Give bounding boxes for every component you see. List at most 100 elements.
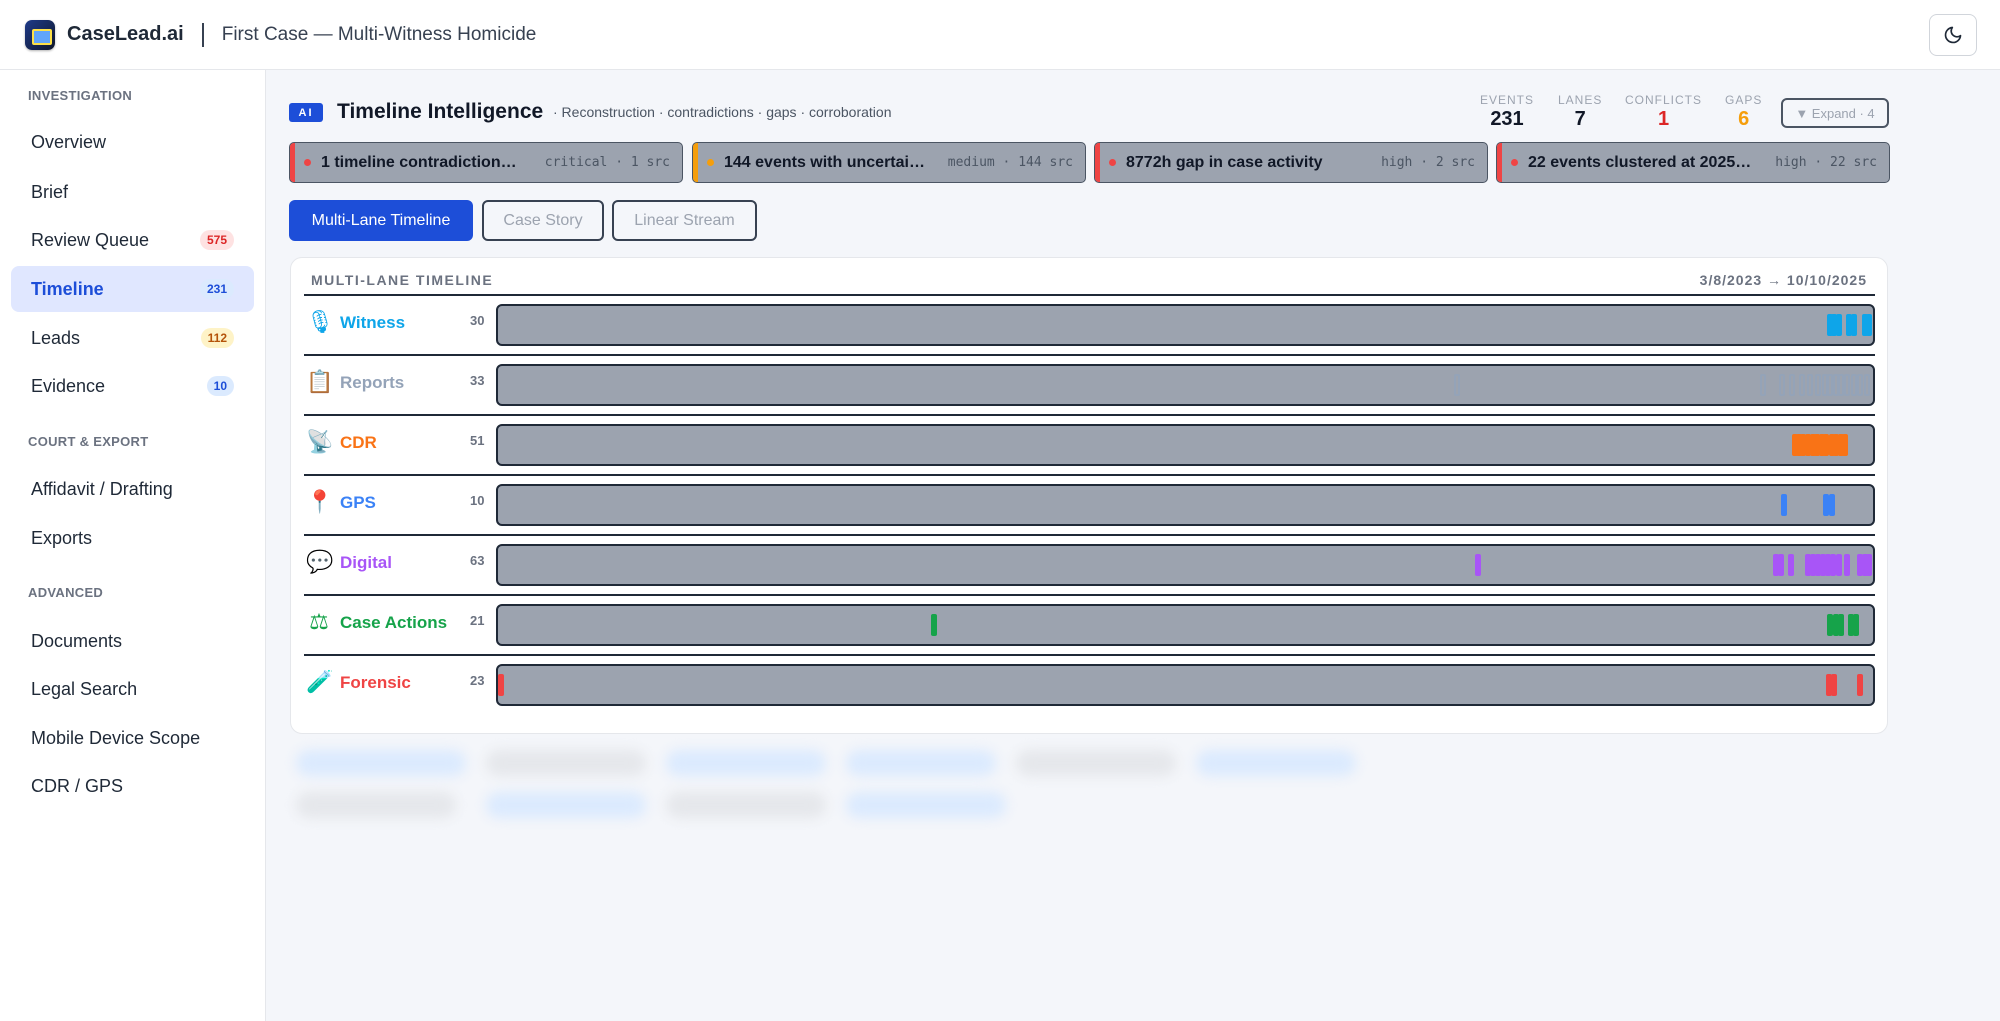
alert-text: 8772h gap in case activity bbox=[1126, 153, 1323, 171]
timeline-event-marker[interactable] bbox=[1842, 434, 1849, 456]
stat-value: 231 bbox=[1490, 108, 1524, 130]
lane-name: Digital bbox=[340, 553, 392, 572]
timeline-event-marker[interactable] bbox=[1806, 374, 1813, 396]
alert-meta: critical · 1 src bbox=[544, 155, 670, 170]
sidebar-item-documents[interactable]: Documents bbox=[11, 618, 254, 664]
brand-name[interactable]: CaseLead.ai bbox=[67, 23, 184, 46]
sidebar-item-cdr-gps[interactable]: CDR / GPS bbox=[11, 763, 254, 809]
lane-track[interactable] bbox=[496, 304, 1875, 346]
timeline-event-marker[interactable] bbox=[1828, 494, 1835, 516]
timeline-event-marker[interactable] bbox=[1865, 314, 1872, 336]
sidebar-item-label: Exports bbox=[31, 527, 93, 548]
alert-card[interactable]: 8772h gap in case activity high · 2 src bbox=[1094, 142, 1488, 183]
timeline-event-marker[interactable] bbox=[1865, 554, 1872, 576]
timeline-event-marker[interactable] bbox=[930, 614, 937, 636]
sidebar-item-mobile-device-scope[interactable]: Mobile Device Scope bbox=[11, 715, 254, 761]
timeline-event-marker[interactable] bbox=[1843, 554, 1850, 576]
lane-track[interactable] bbox=[496, 424, 1875, 466]
alert-meta: high · 2 src bbox=[1381, 155, 1475, 170]
timeline-event-marker[interactable] bbox=[1835, 554, 1842, 576]
app-logo-icon[interactable] bbox=[25, 19, 55, 50]
timeline-event-marker[interactable] bbox=[1760, 374, 1767, 396]
stat-label: LANES bbox=[1558, 93, 1603, 107]
lane-event-count: 63 bbox=[470, 553, 485, 568]
timeline-lane-reports[interactable]: 📋 Reports 33 bbox=[304, 354, 1875, 414]
timeline-event-marker[interactable] bbox=[1788, 374, 1795, 396]
theme-toggle-button[interactable] bbox=[1929, 14, 1977, 56]
lane-event-count: 23 bbox=[470, 673, 485, 688]
timeline-event-marker[interactable] bbox=[1838, 614, 1845, 636]
timeline-event-marker[interactable] bbox=[1453, 374, 1460, 396]
ai-badge: AI bbox=[289, 103, 323, 122]
timeline-event-marker[interactable] bbox=[1778, 554, 1784, 576]
timeline-event-marker[interactable] bbox=[1835, 314, 1842, 336]
lane-name: GPS bbox=[340, 493, 376, 512]
sidebar-item-overview[interactable]: Overview bbox=[11, 119, 254, 165]
timeline-lane-case-actions[interactable]: ⚖ Case Actions 21 bbox=[304, 594, 1875, 654]
alert-card[interactable]: 1 timeline contradiction… critical · 1 s… bbox=[289, 142, 683, 183]
timeline-event-marker[interactable] bbox=[498, 674, 504, 696]
alert-severity-bar bbox=[1497, 143, 1502, 182]
timeline-event-marker[interactable] bbox=[1831, 674, 1838, 696]
timeline-event-marker[interactable] bbox=[1843, 374, 1850, 396]
lane-track[interactable] bbox=[496, 604, 1875, 646]
scales-icon: ⚖ bbox=[309, 609, 329, 634]
timeline-event-marker[interactable] bbox=[1814, 374, 1821, 396]
alert-card[interactable]: 22 events clustered at 2025… high · 22 s… bbox=[1496, 142, 1890, 183]
lane-name: Forensic bbox=[340, 673, 411, 692]
sidebar-item-timeline[interactable]: Timeline 231 bbox=[11, 266, 254, 312]
lane-name: CDR bbox=[340, 433, 377, 452]
sidebar-item-brief[interactable]: Brief bbox=[11, 169, 254, 215]
sidebar-item-affidavit-drafting[interactable]: Affidavit / Drafting bbox=[11, 466, 254, 512]
timeline-count-badge: 231 bbox=[199, 279, 234, 299]
lane-name: Case Actions bbox=[340, 613, 448, 632]
timeline-event-marker[interactable] bbox=[1798, 374, 1805, 396]
timeline-lane-digital[interactable]: 💬 Digital 63 bbox=[304, 534, 1875, 594]
timeline-event-marker[interactable] bbox=[1780, 494, 1787, 516]
timeline-event-marker[interactable] bbox=[1857, 674, 1864, 696]
microphone-icon: 🎙 bbox=[306, 309, 334, 334]
sidebar-item-exports[interactable]: Exports bbox=[11, 515, 254, 561]
tab-case-story[interactable]: Case Story bbox=[482, 200, 604, 241]
timeline-event-marker[interactable] bbox=[1857, 374, 1864, 396]
timeline-event-marker[interactable] bbox=[1779, 374, 1786, 396]
timeline-heading: MULTI-LANE TIMELINE bbox=[311, 272, 494, 288]
timeline-lane-cdr[interactable]: 📡 CDR 51 bbox=[304, 414, 1875, 474]
lane-track[interactable] bbox=[496, 544, 1875, 586]
sidebar-item-label: Mobile Device Scope bbox=[31, 727, 201, 748]
filter-chip bbox=[666, 750, 826, 776]
filter-chip bbox=[1196, 750, 1356, 776]
lane-track[interactable] bbox=[496, 484, 1875, 526]
stat-conflicts: CONFLICTS 1 bbox=[1625, 93, 1702, 131]
leads-count-badge: 112 bbox=[200, 328, 234, 348]
timeline-lane-forensic[interactable]: 🧪 Forensic 23 bbox=[304, 654, 1875, 714]
sidebar-item-leads[interactable]: Leads 112 bbox=[11, 315, 254, 361]
tab-linear-stream[interactable]: Linear Stream bbox=[612, 200, 757, 241]
stat-events: EVENTS 231 bbox=[1480, 93, 1534, 131]
expand-alerts-button[interactable]: ▼ Expand · 4 bbox=[1781, 98, 1889, 128]
lane-track[interactable] bbox=[496, 664, 1875, 706]
timeline-event-marker[interactable] bbox=[1850, 374, 1857, 396]
stat-gaps: GAPS 6 bbox=[1725, 93, 1762, 131]
sidebar-item-label: Documents bbox=[31, 630, 123, 651]
lane-name: Reports bbox=[340, 373, 405, 392]
blurred-filter-chips bbox=[266, 730, 1366, 870]
lane-name: Witness bbox=[340, 313, 406, 332]
timeline-event-marker[interactable] bbox=[1864, 374, 1871, 396]
tab-multi-lane-timeline[interactable]: Multi-Lane Timeline bbox=[289, 200, 473, 241]
timeline-lane-witness[interactable]: 🎙 Witness 30 bbox=[304, 294, 1875, 354]
page-subtitle: · Reconstruction · contradictions · gaps… bbox=[553, 104, 892, 120]
stat-value: 1 bbox=[1657, 108, 1670, 130]
alert-card[interactable]: 144 events with uncertai… medium · 144 s… bbox=[692, 142, 1086, 183]
timeline-event-marker[interactable] bbox=[1475, 554, 1482, 576]
timeline-event-marker[interactable] bbox=[1787, 554, 1794, 576]
lane-track[interactable] bbox=[496, 364, 1875, 406]
sidebar-item-legal-search[interactable]: Legal Search bbox=[11, 666, 254, 712]
timeline-event-marker[interactable] bbox=[1850, 314, 1857, 336]
timeline-lane-gps[interactable]: 📍 GPS 10 bbox=[304, 474, 1875, 534]
sidebar-item-evidence[interactable]: Evidence 10 bbox=[11, 363, 254, 409]
timeline-event-marker[interactable] bbox=[1853, 614, 1860, 636]
sidebar-item-label: Timeline bbox=[31, 278, 104, 299]
sidebar-item-review-queue[interactable]: Review Queue 575 bbox=[11, 217, 254, 263]
lane-event-count: 33 bbox=[470, 373, 485, 388]
